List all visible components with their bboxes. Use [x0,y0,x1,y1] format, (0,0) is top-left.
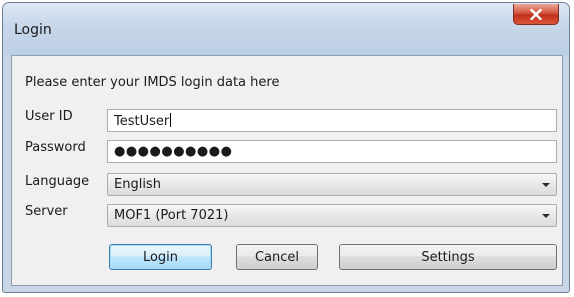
language-selected: English [114,177,161,192]
server-select[interactable]: MOF1 (Port 7021) [107,204,557,227]
close-button[interactable] [513,4,559,25]
settings-button[interactable]: Settings [339,244,557,270]
dropdown-arrow-icon [542,183,550,187]
language-select[interactable]: English [107,173,557,196]
password-label: Password [25,140,86,155]
window-title: Login [14,22,52,38]
user-id-value: TestUser [114,114,170,129]
user-id-label: User ID [25,109,73,124]
title-bar: Login [3,3,569,55]
dropdown-arrow-icon [542,214,550,218]
password-input[interactable]: ●●●●●●●●●● [107,140,557,163]
server-label: Server [25,204,68,219]
login-dialog: Login Please enter your IMDS login data … [2,2,570,293]
cancel-button[interactable]: Cancel [236,244,318,270]
password-mask: ●●●●●●●●●● [114,144,233,159]
server-selected: MOF1 (Port 7021) [114,208,229,223]
login-button[interactable]: Login [109,244,212,270]
user-id-input[interactable]: TestUser [107,109,557,132]
prompt-text: Please enter your IMDS login data here [25,75,280,90]
language-label: Language [25,174,90,189]
dialog-body: Please enter your IMDS login data here U… [11,55,563,286]
text-caret [170,113,172,127]
close-x-icon [530,8,542,20]
